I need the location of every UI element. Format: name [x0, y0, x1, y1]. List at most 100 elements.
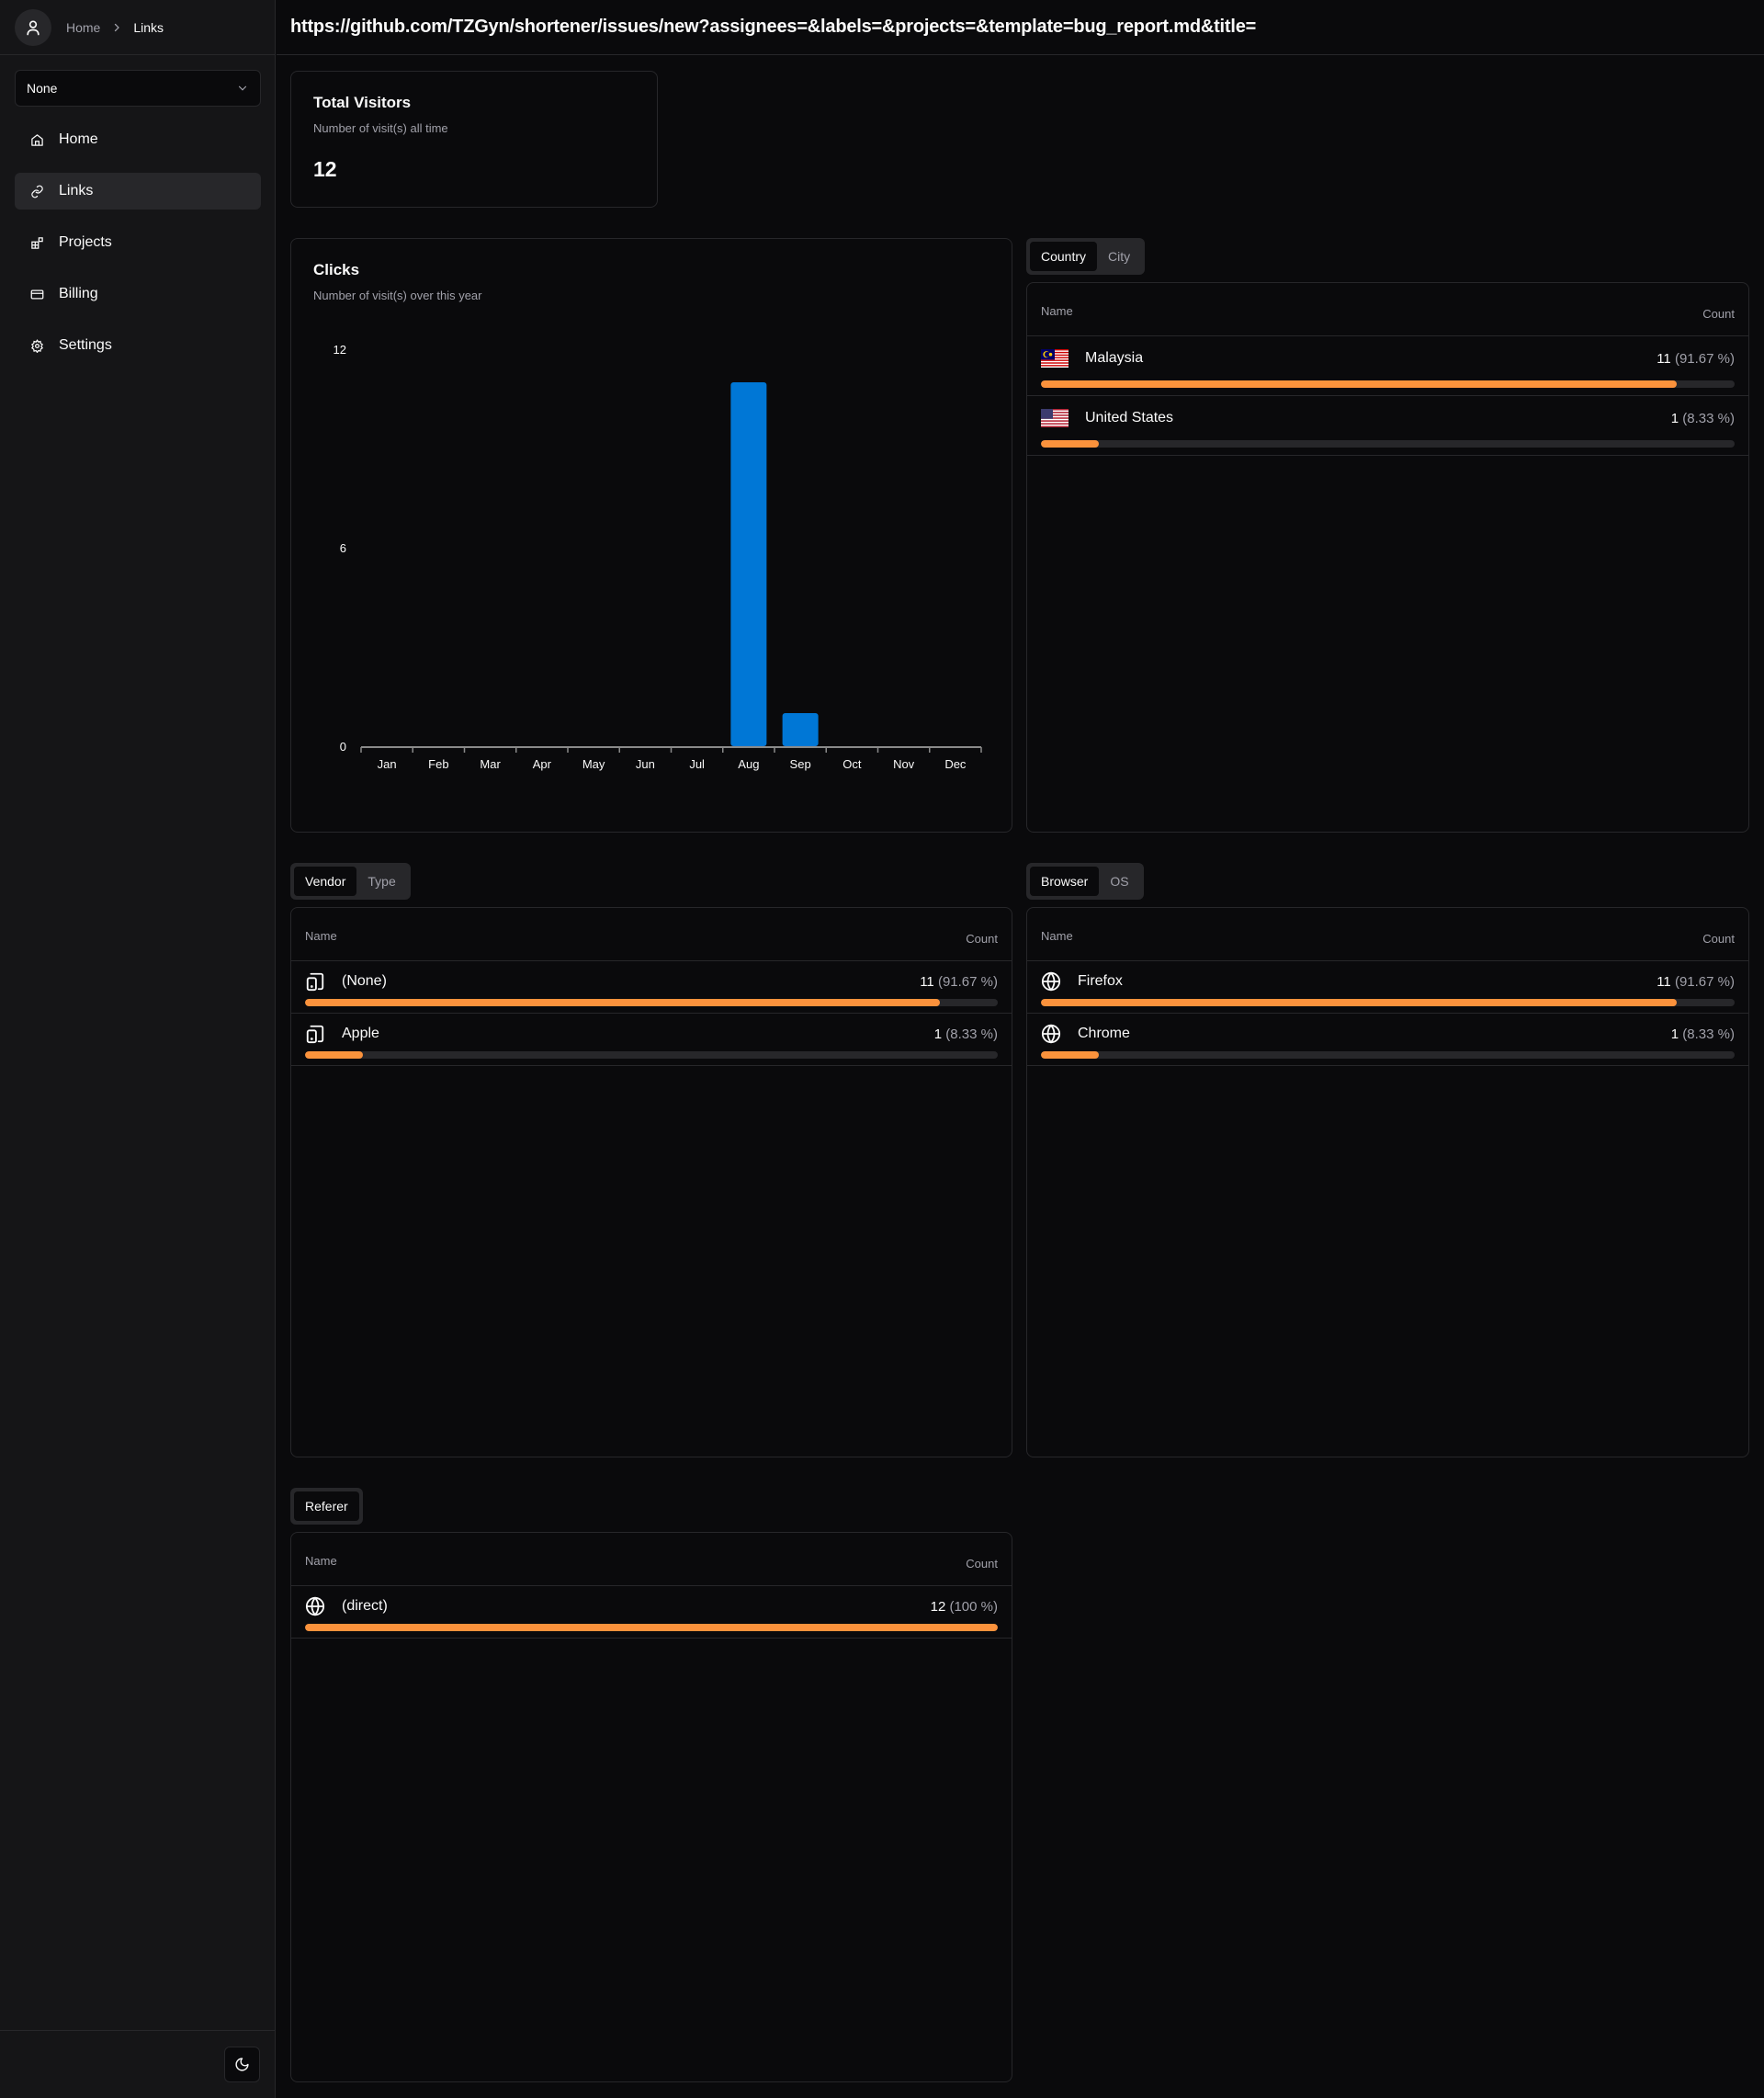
home-icon [29, 132, 44, 147]
row-percent: (91.67 %) [937, 973, 998, 990]
row-name: Chrome [1078, 1026, 1130, 1041]
breadcrumb-home[interactable]: Home [66, 20, 100, 35]
tab-referer[interactable]: Referer [294, 1491, 359, 1521]
malaysia-flag-icon [1041, 349, 1069, 368]
x-tick-label: Jun [636, 757, 655, 771]
geo-tabs: Country City [1026, 238, 1146, 275]
x-tick-label: Sep [790, 757, 811, 771]
table-row[interactable]: Chrome 1 (8.33 %) [1027, 1014, 1748, 1066]
y-tick-label: 6 [340, 541, 346, 555]
sidebar-item-label: Home [59, 131, 98, 147]
row-name: (None) [342, 973, 387, 989]
x-tick-label: May [582, 757, 605, 771]
column-header-name: Name [305, 929, 337, 943]
bar-aug [730, 382, 767, 746]
table-row[interactable]: Malaysia 11 (91.67 %) [1027, 336, 1748, 396]
progress-bar [305, 1051, 998, 1059]
x-tick-label: Nov [893, 757, 915, 771]
us-flag-icon [1041, 409, 1069, 427]
sidebar-item-home[interactable]: Home [15, 121, 261, 158]
x-tick-label: Mar [480, 757, 501, 771]
tab-country[interactable]: Country [1030, 242, 1098, 271]
progress-bar [1041, 1051, 1735, 1059]
referer-tabs: Referer [290, 1488, 363, 1525]
progress-bar [1041, 380, 1735, 388]
tablet-smartphone-icon [305, 1024, 325, 1044]
tab-os[interactable]: OS [1099, 867, 1139, 896]
column-header-name: Name [305, 1554, 337, 1568]
row-name: Malaysia [1085, 350, 1144, 366]
row-count: 1 [1670, 410, 1679, 426]
globe-icon [1041, 971, 1061, 992]
row-percent: (91.67 %) [1674, 350, 1735, 367]
sidebar-item-label: Links [59, 183, 94, 198]
table-header: Name Count [1027, 283, 1748, 336]
device-panel: Name Count (None) 11 (91.67 %) Apple 1 (… [290, 907, 1012, 1457]
tab-vendor[interactable]: Vendor [294, 867, 357, 896]
column-header-name: Name [1041, 929, 1073, 943]
total-visitors-card: Total Visitors Number of visit(s) all ti… [290, 71, 658, 208]
total-visitors-value: 12 [313, 157, 337, 181]
table-row[interactable]: Firefox 11 (91.67 %) [1027, 961, 1748, 1014]
x-tick-label: Aug [738, 757, 759, 771]
progress-bar-fill [305, 1051, 363, 1059]
row-percent: (8.33 %) [1682, 410, 1735, 426]
progress-bar [305, 1624, 998, 1631]
globe-icon [305, 1596, 325, 1616]
tablet-smartphone-icon [305, 971, 325, 992]
row-count: 11 [920, 973, 934, 990]
progress-bar [1041, 440, 1735, 448]
column-header-count: Count [966, 932, 998, 946]
progress-bar [1041, 999, 1735, 1006]
sidebar-item-settings[interactable]: Settings [15, 327, 261, 364]
table-row[interactable]: (None) 11 (91.67 %) [291, 961, 1012, 1014]
browser-tabs: Browser OS [1026, 863, 1144, 900]
chevron-right-icon [111, 22, 122, 33]
x-tick-label: Jan [378, 757, 397, 771]
referer-panel: Name Count (direct) 12 (100 %) [290, 1532, 1012, 2082]
user-avatar[interactable] [15, 8, 51, 46]
column-header-name: Name [1041, 304, 1073, 318]
row-name: United States [1085, 410, 1174, 425]
progress-bar-fill [1041, 1051, 1099, 1059]
main-content: https://github.com/TZGyn/shortener/issue… [277, 0, 1764, 2098]
row-name: Firefox [1078, 973, 1123, 989]
sidebar: Home Links None Home Links Projects Bill… [0, 0, 276, 2098]
project-select-value: None [27, 81, 58, 96]
row-count: 11 [1657, 973, 1671, 990]
x-tick-label: Apr [533, 757, 552, 771]
table-row[interactable]: United States 1 (8.33 %) [1027, 396, 1748, 456]
y-tick-label: 12 [334, 343, 346, 357]
card-subtitle: Number of visit(s) all time [313, 121, 448, 135]
table-row[interactable]: Apple 1 (8.33 %) [291, 1014, 1012, 1066]
row-percent: (8.33 %) [945, 1026, 998, 1042]
row-name: Apple [342, 1026, 379, 1041]
sidebar-item-links[interactable]: Links [15, 173, 261, 210]
sidebar-item-billing[interactable]: Billing [15, 276, 261, 312]
x-tick-label: Jul [689, 757, 705, 771]
table-row[interactable]: (direct) 12 (100 %) [291, 1586, 1012, 1639]
tab-city[interactable]: City [1097, 242, 1141, 271]
progress-bar-fill [1041, 380, 1678, 388]
progress-bar-fill [305, 1624, 998, 1631]
row-name: (direct) [342, 1598, 388, 1614]
browser-panel: Name Count Firefox 11 (91.67 %) Chrome 1… [1026, 907, 1749, 1457]
tab-browser[interactable]: Browser [1030, 867, 1100, 896]
link-icon [29, 184, 44, 198]
column-header-count: Count [1702, 932, 1735, 946]
table-header: Name Count [1027, 908, 1748, 961]
column-header-count: Count [1702, 307, 1735, 321]
project-select[interactable]: None [15, 70, 261, 107]
progress-bar-fill [1041, 999, 1678, 1006]
row-count: 1 [933, 1026, 943, 1042]
sidebar-item-projects[interactable]: Projects [15, 224, 261, 261]
tab-type[interactable]: Type [356, 867, 406, 896]
device-tabs: Vendor Type [290, 863, 411, 900]
theme-toggle-button[interactable] [224, 2047, 260, 2082]
row-count: 12 [930, 1598, 946, 1615]
gear-icon [29, 338, 44, 353]
sidebar-item-label: Projects [59, 234, 112, 250]
card-subtitle: Number of visit(s) over this year [313, 289, 482, 302]
row-count: 11 [1657, 350, 1671, 367]
progress-bar [305, 999, 998, 1006]
